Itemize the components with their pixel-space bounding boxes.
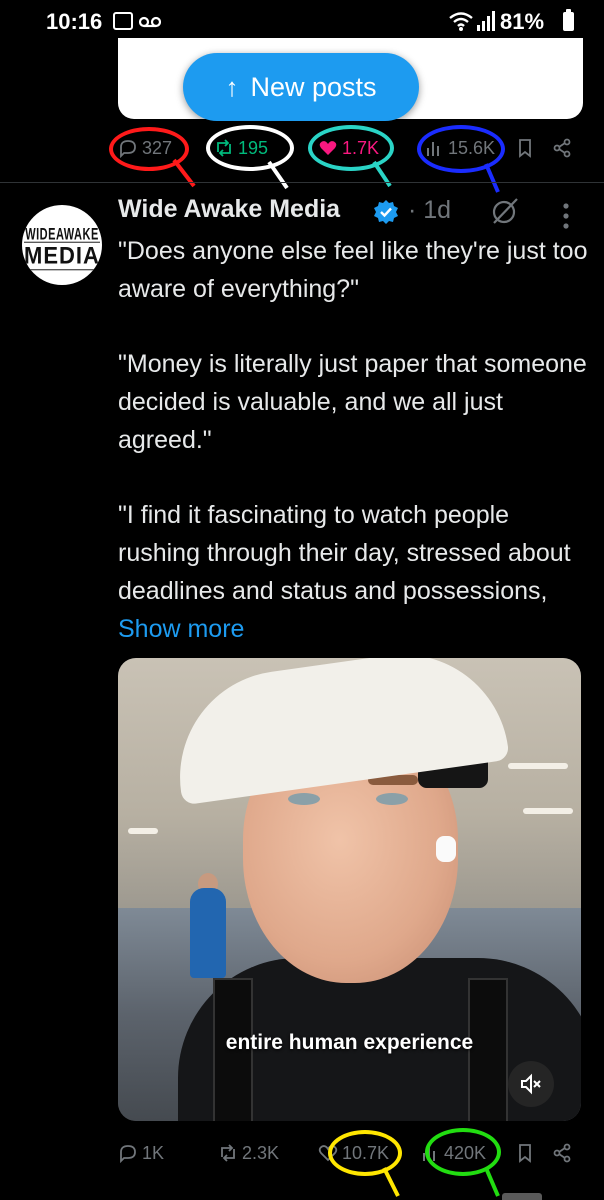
mute-button[interactable]	[508, 1061, 554, 1107]
heart-filled-icon	[319, 141, 337, 155]
views-button[interactable]: 15.6K	[424, 128, 495, 168]
new-posts-button[interactable]: ↑ New posts	[183, 53, 419, 121]
new-posts-label: New posts	[250, 71, 377, 102]
voicemail-icon	[139, 16, 161, 28]
eye	[376, 793, 408, 805]
like-count: 1.7K	[342, 137, 380, 158]
view-count: 15.6K	[448, 137, 496, 158]
reply-button[interactable]: 327	[118, 128, 172, 168]
bookmark-button[interactable]	[515, 1133, 535, 1173]
ceiling-light	[128, 828, 158, 834]
earbud	[436, 836, 456, 862]
reply-count: 327	[142, 137, 173, 158]
repost-button[interactable]: 195	[214, 128, 268, 168]
tweet-text: "Does anyone else feel like they're just…	[118, 232, 588, 648]
reply-icon	[120, 140, 136, 158]
share-icon	[553, 1143, 571, 1163]
post-time[interactable]: · 1d	[408, 196, 451, 225]
like-button[interactable]: 10.7K	[318, 1133, 389, 1173]
reply-icon	[120, 1145, 136, 1163]
tweet-paragraph-last: "I find it fascinating to watch people r…	[118, 496, 588, 648]
views-button[interactable]: 420K	[420, 1133, 486, 1173]
gallery-notification-icon	[113, 12, 133, 30]
background-person	[190, 888, 226, 978]
tweet-paragraph: "Does anyone else feel like they're just…	[118, 237, 588, 303]
repost-count: 2.3K	[242, 1142, 280, 1163]
reply-button[interactable]: 1K	[118, 1133, 164, 1173]
tweet-paragraph-text: "I find it fascinating to watch people r…	[118, 501, 571, 605]
tweet-video[interactable]: entire human experience	[118, 658, 581, 1121]
grok-icon[interactable]	[490, 196, 520, 226]
avatar[interactable]: WIDEAWAKE MEDIA	[22, 205, 102, 285]
like-button[interactable]: 1.7K	[318, 128, 379, 168]
repost-count: 195	[238, 137, 269, 158]
bookmark-icon	[519, 139, 531, 158]
repost-icon	[221, 1144, 235, 1162]
speaker-muted-icon	[521, 1073, 541, 1095]
battery-percentage: 81%	[500, 9, 545, 34]
wifi-icon	[449, 12, 473, 31]
bookmark-button[interactable]	[515, 128, 535, 168]
views-icon	[427, 142, 439, 156]
ceiling-light	[523, 808, 573, 814]
share-button[interactable]	[552, 1133, 572, 1173]
tweet-paragraph: "Money is literally just paper that some…	[118, 350, 587, 454]
views-icon	[423, 1147, 435, 1161]
avatar-logo-text-bottom: MEDIA	[24, 241, 100, 271]
author-name[interactable]: Wide Awake Media	[118, 195, 340, 224]
tweet-divider	[0, 182, 604, 183]
reply-count: 1K	[142, 1142, 165, 1163]
tweet-actions: 1K 2.3K 10.7K 420K	[0, 1133, 604, 1173]
view-count: 420K	[444, 1142, 487, 1163]
battery-icon	[563, 9, 574, 31]
verified-badge-icon	[374, 200, 398, 224]
ceiling-light	[508, 763, 568, 769]
status-time: 10:16	[46, 9, 103, 34]
share-icon	[553, 138, 571, 158]
heart-icon	[318, 1145, 338, 1162]
show-more-link[interactable]: Show more	[118, 615, 244, 643]
arrow-up-icon: ↑	[225, 72, 239, 102]
signal-icon	[477, 11, 495, 31]
gesture-handle	[502, 1193, 542, 1200]
repost-button[interactable]: 2.3K	[218, 1133, 279, 1173]
previous-tweet-actions: 327 195 1.7K 15.6K	[0, 128, 604, 168]
video-caption: entire human experience	[225, 1031, 474, 1054]
like-count: 10.7K	[342, 1142, 390, 1163]
repost-icon	[217, 139, 231, 157]
eye	[288, 793, 320, 805]
share-button[interactable]	[552, 128, 572, 168]
more-options-icon[interactable]	[560, 202, 572, 230]
bookmark-icon	[519, 1144, 531, 1163]
